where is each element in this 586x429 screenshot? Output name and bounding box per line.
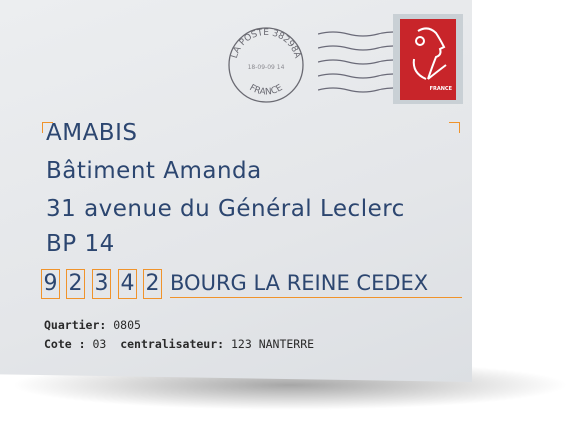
address-recipient: AMABIS bbox=[46, 120, 138, 146]
envelope: LA POSTE 38298A FRANCE 18-09-09 14 FRANC… bbox=[0, 0, 472, 382]
postal-digit: 4 bbox=[118, 269, 137, 299]
postal-digit: 2 bbox=[66, 269, 85, 299]
address-building: Bâtiment Amanda bbox=[46, 158, 262, 184]
quartier-label: Quartier: bbox=[44, 318, 107, 332]
cote-value: 03 bbox=[92, 337, 107, 351]
address-city: BOURG LA REINE CEDEX bbox=[170, 269, 462, 298]
svg-text:LA POSTE 38298A: LA POSTE 38298A bbox=[230, 28, 303, 60]
address-po-box: BP 14 bbox=[46, 231, 115, 257]
postal-digit: 3 bbox=[92, 269, 111, 299]
postmark-bottom-text: FRANCE bbox=[248, 83, 285, 98]
postmark-top-text: LA POSTE 38298A bbox=[230, 28, 303, 60]
postal-digit: 9 bbox=[41, 269, 60, 299]
centralisateur-value: 123 NANTERRE bbox=[231, 337, 315, 351]
stamp-country: FRANCE bbox=[429, 86, 452, 92]
postmark-date: 18-09-09 14 bbox=[248, 64, 285, 71]
postage-stamp: FRANCE bbox=[393, 14, 463, 104]
cote-label: Cote : bbox=[44, 337, 86, 351]
postal-digit: 2 bbox=[143, 269, 162, 299]
svg-text:FRANCE: FRANCE bbox=[248, 83, 285, 98]
routing-cote: Cote : 03 centralisateur: 123 NANTERRE bbox=[44, 337, 314, 351]
routing-quartier: Quartier: 0805 bbox=[44, 318, 141, 332]
address-street: 31 avenue du Général Leclerc bbox=[46, 196, 405, 222]
centralisateur-label: centralisateur: bbox=[120, 337, 225, 351]
postmark: LA POSTE 38298A FRANCE 18-09-09 14 bbox=[226, 25, 306, 105]
address-corner-top-right bbox=[449, 122, 460, 133]
quartier-value: 0805 bbox=[113, 318, 141, 332]
